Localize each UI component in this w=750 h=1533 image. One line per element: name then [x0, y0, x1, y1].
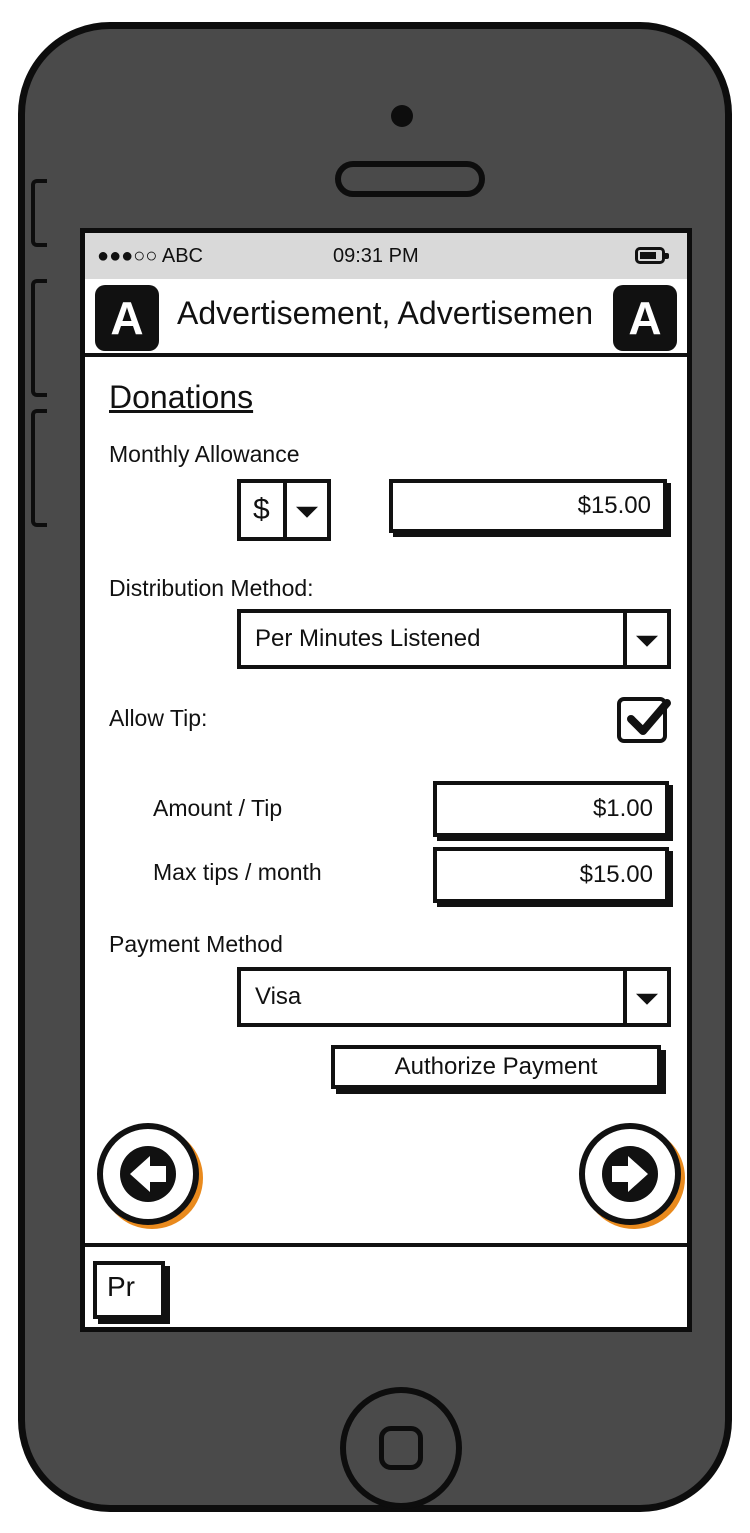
carrier-signal: ●●●○○ ABC: [97, 245, 203, 267]
max-tips-label: Max tips / month: [153, 859, 322, 885]
volume-up-button: [31, 279, 47, 397]
chevron-down-icon: [296, 506, 318, 518]
distribution-method-value: Per Minutes Listened: [255, 625, 481, 652]
distribution-dropdown-button[interactable]: [623, 613, 667, 665]
ad-logo-left: A: [95, 285, 159, 351]
allow-tip-label: Allow Tip:: [109, 705, 208, 731]
battery-icon: [635, 247, 669, 264]
forward-arrow-icon: [602, 1146, 658, 1202]
ad-logo-right: A: [613, 285, 677, 351]
forward-button[interactable]: [579, 1123, 681, 1225]
monthly-allowance-label: Monthly Allowance: [109, 441, 300, 467]
status-bar: ●●●○○ ABC 09:31 PM: [85, 233, 687, 279]
payment-method-select[interactable]: Visa: [237, 967, 671, 1027]
home-square-icon: [379, 1426, 423, 1470]
allowance-amount-value: $15.00: [577, 492, 651, 519]
max-tips-value: $15.00: [579, 861, 653, 888]
back-arrow-icon: [120, 1146, 176, 1202]
page-title: Donations: [109, 379, 254, 415]
currency-dropdown-button[interactable]: [283, 483, 327, 537]
distribution-method-label: Distribution Method:: [109, 575, 314, 601]
amount-per-tip-input[interactable]: $1.00: [433, 781, 669, 837]
payment-method-value: Visa: [255, 983, 302, 1010]
status-time: 09:31 PM: [333, 245, 419, 267]
max-tips-input[interactable]: $15.00: [433, 847, 669, 903]
mute-switch: [31, 179, 47, 247]
advertisement-banner[interactable]: A Advertisement, Advertisement A: [85, 279, 687, 357]
allowance-amount-input[interactable]: $15.00: [389, 479, 667, 533]
payment-method-label: Payment Method: [109, 931, 283, 957]
front-camera: [391, 105, 413, 127]
distribution-method-select[interactable]: Per Minutes Listened: [237, 609, 671, 669]
payment-dropdown-button[interactable]: [623, 971, 667, 1023]
chevron-down-icon: [636, 635, 658, 647]
home-button[interactable]: [340, 1387, 462, 1509]
back-button[interactable]: [97, 1123, 199, 1225]
ad-text: Advertisement, Advertisement: [177, 295, 591, 331]
authorize-payment-button[interactable]: Authorize Payment: [331, 1045, 661, 1089]
tab-pr[interactable]: Pr: [93, 1261, 165, 1319]
volume-down-button: [31, 409, 47, 527]
earpiece-speaker: [335, 161, 485, 197]
bottom-tab-bar: Pr: [85, 1243, 687, 1327]
allow-tip-checkbox[interactable]: [617, 697, 671, 743]
screen: ●●●○○ ABC 09:31 PM A Advertisement, Adve…: [80, 228, 692, 1332]
chevron-down-icon: [636, 993, 658, 1005]
currency-value: $: [253, 493, 270, 526]
checkmark-icon: [627, 699, 671, 735]
amount-per-tip-label: Amount / Tip: [153, 795, 283, 821]
amount-per-tip-value: $1.00: [592, 795, 653, 822]
currency-select[interactable]: $: [237, 479, 331, 541]
